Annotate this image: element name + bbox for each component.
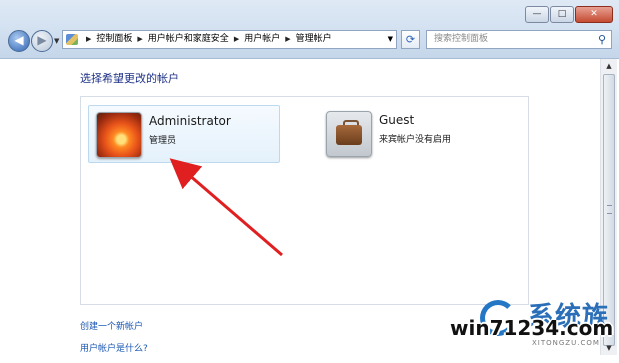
watermark-site: win71234.com [450, 316, 614, 340]
close-button[interactable]: ✕ [575, 6, 613, 23]
search-icon[interactable]: ⚲ [598, 31, 606, 48]
back-button[interactable]: ◀ [8, 30, 30, 52]
search-input[interactable]: 搜索控制面板 ⚲ [426, 30, 612, 49]
address-dropdown-icon[interactable]: ▼ [388, 31, 393, 48]
control-panel-icon [66, 34, 78, 45]
refresh-button[interactable]: ⟳ [401, 30, 420, 49]
scroll-up-icon[interactable]: ▲ [601, 59, 617, 73]
chevron-right-icon[interactable]: ▶ [234, 35, 239, 43]
minimize-button[interactable]: — [525, 6, 549, 23]
task-links: 创建一个新帐户 用户帐户是什么? [80, 319, 148, 363]
window-controls: — □ ✕ [525, 6, 613, 23]
breadcrumb-user-accounts[interactable]: 用户帐户 [244, 34, 280, 44]
forward-button[interactable]: ▶ [31, 30, 53, 52]
watermark-sub: XITONGZU.COM [532, 339, 600, 347]
chevron-right-icon[interactable]: ▶ [86, 35, 91, 43]
recent-pages-dropdown-icon[interactable]: ▼ [54, 37, 59, 45]
breadcrumb-manage-accounts[interactable]: 管理帐户 [296, 34, 332, 44]
explorer-toolbar: — □ ✕ ◀ ▶ ▼ ▶ 控制面板 ▶ 用户帐户和家庭安全 ▶ 用户帐户 ▶ 管理帐户 ▼ … [0, 0, 619, 59]
create-account-link[interactable]: 创建一个新帐户 [80, 319, 148, 332]
breadcrumb-user-accounts-family-safety[interactable]: 用户帐户和家庭安全 [148, 34, 229, 44]
chevron-right-icon[interactable]: ▶ [285, 35, 290, 43]
site-watermark: 系统族 win71234.com XITONGZU.COM [440, 296, 616, 354]
refresh-icon: ⟳ [405, 33, 416, 46]
address-bar[interactable]: ▶ 控制面板 ▶ 用户帐户和家庭安全 ▶ 用户帐户 ▶ 管理帐户 ▼ [62, 30, 397, 49]
forward-arrow-icon: ▶ [37, 33, 47, 47]
maximize-button[interactable]: □ [550, 6, 574, 23]
chevron-right-icon[interactable]: ▶ [137, 35, 142, 43]
breadcrumb-control-panel[interactable]: 控制面板 [96, 34, 132, 44]
back-arrow-icon: ◀ [14, 33, 24, 47]
search-placeholder: 搜索控制面板 [434, 34, 489, 44]
what-is-user-account-link[interactable]: 用户帐户是什么? [80, 341, 148, 354]
